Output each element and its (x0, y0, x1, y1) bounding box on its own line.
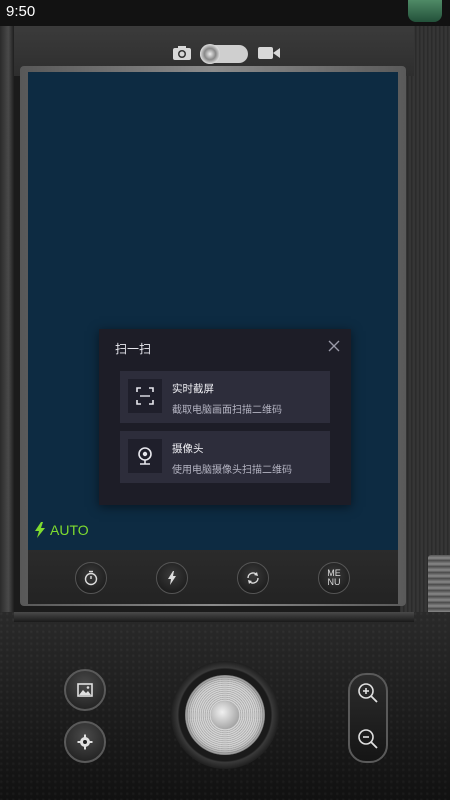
status-time: 9:50 (6, 3, 36, 20)
lower-rim (14, 612, 414, 622)
option-title: 摄像头 (172, 443, 204, 455)
dialog-title: 扫一扫 (115, 342, 152, 356)
option-screenshot[interactable]: 实时截屏 截取电脑画面扫描二维码 (120, 371, 330, 423)
close-icon[interactable] (327, 339, 341, 353)
image-icon (77, 683, 93, 697)
flash-mode-label: AUTO (50, 522, 89, 538)
status-bar: 9:50 (0, 0, 450, 26)
flash-icon (35, 522, 45, 538)
option-title: 实时截屏 (172, 383, 214, 395)
option-subtitle: 截取电脑画面扫描二维码 (172, 405, 282, 416)
gallery-button[interactable] (64, 669, 106, 711)
gear-icon (77, 734, 93, 750)
zoom-in-icon[interactable] (356, 681, 380, 705)
settings-button[interactable] (64, 721, 106, 763)
scan-dialog: 扫一扫 实时截屏 截取电脑画面扫描二维码 摄像头 使用电脑摄像头扫描二维码 (99, 329, 351, 505)
camera-body-right (400, 26, 450, 626)
flash-indicator[interactable]: AUTO (34, 522, 89, 538)
flash-button[interactable] (156, 562, 188, 594)
flash-icon (168, 571, 176, 585)
webcam-icon (138, 447, 152, 465)
photo-mode-icon[interactable] (172, 45, 192, 61)
shutter-button[interactable] (185, 675, 265, 755)
mode-toggle-knob[interactable] (200, 44, 220, 64)
timer-button[interactable] (75, 562, 107, 594)
switch-camera-icon (247, 572, 259, 584)
webcam-icon-wrap (128, 439, 162, 473)
menu-button[interactable]: ME NU (318, 562, 350, 594)
zoom-control (348, 673, 388, 763)
mode-toggle[interactable] (200, 44, 248, 64)
switch-camera-button[interactable] (237, 562, 269, 594)
option-subtitle: 使用电脑摄像头扫描二维码 (172, 465, 292, 476)
zoom-out-icon[interactable] (356, 727, 380, 751)
timer-icon (84, 570, 98, 586)
option-camera[interactable]: 摄像头 使用电脑摄像头扫描二维码 (120, 431, 330, 483)
video-mode-icon[interactable] (258, 46, 280, 60)
scan-frame-icon-wrap (128, 379, 162, 413)
corner-badge (408, 0, 442, 22)
scan-frame-icon (136, 387, 154, 405)
